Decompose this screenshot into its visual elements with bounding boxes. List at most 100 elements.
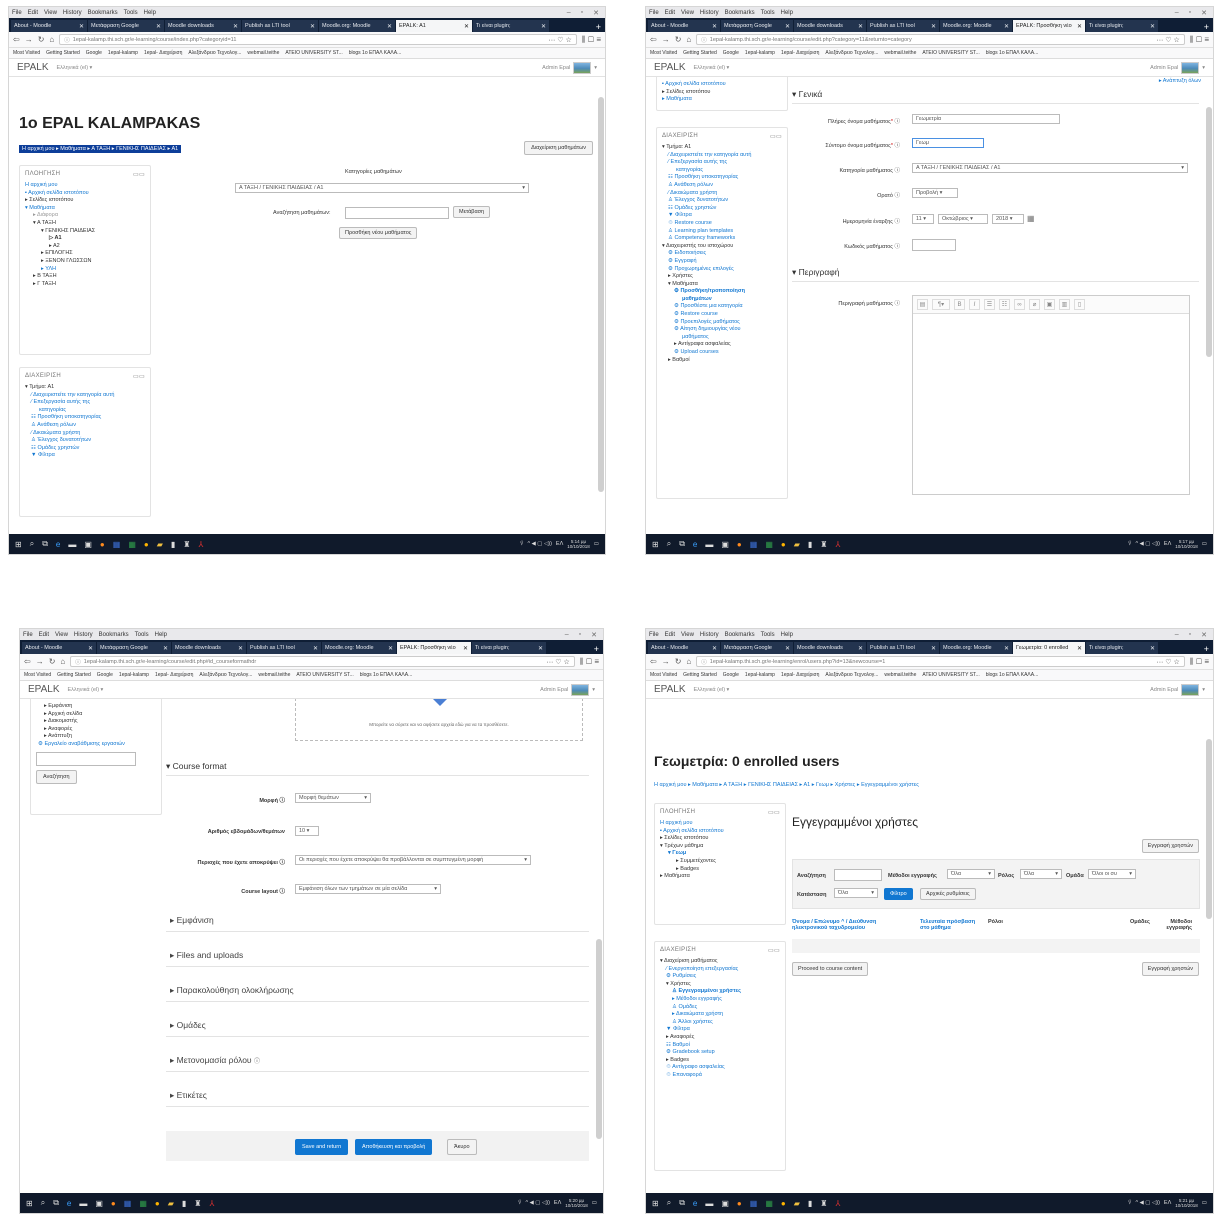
close-tab-icon[interactable]: ✕ [387, 23, 392, 30]
admin-item[interactable]: ▼ Φίλτρα [660, 1026, 780, 1034]
close-icon[interactable]: ✕ [591, 631, 597, 639]
address-field[interactable]: ⓘ 1epal-kalamp.thi.sch.gr/e-learning/cour… [696, 34, 1185, 45]
tab-about-moodle[interactable]: About - Moodle ✕ [648, 642, 720, 654]
close-tab-icon[interactable]: ✕ [156, 23, 161, 30]
task-view-icon[interactable]: ⧉ [679, 539, 685, 549]
tab-moodle-downloads[interactable]: Moodle downloads ✕ [794, 642, 866, 654]
firefox-icon[interactable]: ● [111, 1199, 116, 1208]
folder-icon[interactable]: ▰ [168, 1199, 174, 1208]
minimize-icon[interactable]: – [565, 631, 569, 639]
close-icon[interactable]: ✕ [593, 9, 599, 17]
library-icon[interactable]: ⫼ ▢ ≡ [580, 657, 599, 667]
section-course-format[interactable]: ▾ Course format [166, 761, 227, 772]
admin-item[interactable]: ▼ Φίλτρα [25, 452, 145, 460]
nav-item[interactable]: ▸ Σελίδες ιστοτόπου [25, 197, 145, 205]
tab-moodle-org[interactable]: Moodle.org: Moodle ✕ [940, 642, 1012, 654]
menu-file[interactable]: File [12, 10, 22, 16]
language-menu[interactable]: Ελληνικά (el) ▾ [694, 687, 730, 693]
admin-item[interactable]: ♙ Ανάθεση ρόλων [25, 422, 145, 430]
italic-icon[interactable]: I [969, 299, 980, 310]
admin-item[interactable]: ♲ Restore course [662, 220, 782, 228]
chrome-icon[interactable]: ● [781, 1199, 786, 1208]
close-tab-icon[interactable]: ✕ [464, 23, 469, 30]
menu-bookmarks[interactable]: Bookmarks [99, 632, 129, 638]
menu-history[interactable]: History [700, 632, 719, 638]
category-select[interactable]: Α ΤΑΞΗ / ΓΕΝΙΚΗΣ ΠΑΙΔΕΙΑΣ / Α1 ▾ [912, 163, 1188, 173]
menu-edit[interactable]: Edit [28, 10, 38, 16]
bookmark-blogs[interactable]: blogs 1o ΕΠΑΛ ΚΑΛΑ... [360, 672, 413, 678]
bookmark-getting-started[interactable]: Getting Started [683, 672, 717, 678]
enrol-users-button-bottom[interactable]: Εγγραφή χρηστών [1141, 962, 1199, 976]
admin-item[interactable]: ▸ Βαθμοί [662, 357, 782, 365]
tab-moodle-downloads[interactable]: Moodle downloads ✕ [794, 20, 866, 32]
app-icon[interactable]: ♜ [183, 540, 190, 549]
format-select[interactable]: Μορφή θεμάτων ▾ [295, 793, 371, 803]
close-tab-icon[interactable]: ✕ [88, 645, 93, 652]
section-general[interactable]: ▾ Γενικά [792, 89, 822, 100]
search-icon[interactable]: ⌕ [41, 1198, 45, 1208]
admin-item[interactable]: ⁄ Επεξεργασία αυτής της [662, 159, 782, 167]
nav-item[interactable]: ▸ ΞΕΝΟΝ ΓΛΩΣΣΩΝ [25, 258, 145, 266]
tray-icons[interactable]: ^ ◀ ▢ ◁)) [527, 541, 551, 547]
block-controls-icon[interactable]: ▭▭ [768, 809, 780, 816]
close-tab-icon[interactable]: ✕ [313, 645, 318, 652]
close-tab-icon[interactable]: ✕ [858, 645, 863, 652]
acrobat-icon[interactable]: ⅄ [198, 540, 203, 549]
forward-icon[interactable]: → [36, 657, 44, 666]
layout-select[interactable]: Εμφάνιση όλων των τμημάτων σε μία σελίδα… [295, 884, 441, 894]
nav-item[interactable]: ▪ Αρχική σελίδα ιστοτόπου [662, 81, 782, 89]
close-tab-icon[interactable]: ✕ [1150, 645, 1155, 652]
close-tab-icon[interactable]: ✕ [1004, 645, 1009, 652]
admin-item[interactable]: ☷ Βαθμοί [660, 1042, 780, 1050]
manage-courses-button[interactable]: Διαχείριση μαθημάτων [524, 141, 593, 155]
enrol-users-button[interactable]: Εγγραφή χρηστών [1141, 839, 1199, 853]
people-icon[interactable]: ⍢ [1128, 541, 1131, 548]
address-field[interactable]: ⓘ 1epal-kalamp.thi.sch.gr/e-learning/cour… [59, 34, 577, 45]
admin-search-input[interactable] [36, 751, 136, 766]
nav-item[interactable]: ▸ Σελίδες ιστοτόπου [660, 835, 780, 843]
proceed-button[interactable]: Proceed to course content [792, 962, 869, 976]
file-dropzone[interactable]: Μπορείτε να σύρετε και να αφήσετε αρχεία… [295, 699, 583, 741]
section-completion[interactable]: ▸ Παρακολούθηση ολοκλήρωσης [170, 985, 294, 996]
store-icon[interactable]: ▣ [84, 540, 92, 549]
acrobat-icon[interactable]: ⅄ [209, 1199, 214, 1208]
admin-item[interactable]: ♙ Competency frameworks [662, 235, 782, 243]
reload-icon[interactable]: ↻ [49, 657, 56, 666]
address-field[interactable]: ⓘ 1epal-kalamp.thi.sch.gr/e-learning/cour… [70, 656, 575, 667]
close-tab-icon[interactable]: ✕ [233, 23, 238, 30]
store-icon[interactable]: ▣ [721, 1199, 729, 1208]
close-tab-icon[interactable]: ✕ [1077, 645, 1082, 652]
filter-button[interactable]: Φίλτρο [884, 888, 913, 900]
maximize-icon[interactable]: ▫ [1189, 631, 1191, 639]
chrome-icon[interactable]: ● [144, 540, 149, 549]
tab-moodle-downloads[interactable]: Moodle downloads ✕ [172, 642, 246, 654]
forward-icon[interactable]: → [662, 657, 670, 666]
admin-item[interactable]: ▸ Χρήστες [662, 273, 782, 281]
close-tab-icon[interactable]: ✕ [785, 645, 790, 652]
word-icon[interactable]: ▦ [750, 1199, 758, 1208]
excel-icon[interactable]: ▦ [128, 540, 136, 549]
menu-file[interactable]: File [649, 10, 659, 16]
tab-moodle-org[interactable]: Moodle.org: Moodle ✕ [322, 642, 396, 654]
nav-item[interactable]: ▸ Διακομιστής [36, 718, 156, 726]
save-and-display-button[interactable]: Αποθήκευση και προβολή [355, 1139, 433, 1155]
tab-plugin[interactable]: Τι είναι plugin; ✕ [473, 20, 549, 32]
block-controls-icon[interactable]: ▭▭ [133, 373, 145, 380]
tab-google-translate[interactable]: Μετάφραση Google ✕ [88, 20, 164, 32]
admin-item[interactable]: ⚙ Προσθέστε μια κατηγορία [662, 303, 782, 311]
nav-item[interactable]: ▸ Διάφορα [25, 212, 145, 220]
admin-item[interactable]: ⚙ Ειδοποιήσεις [662, 250, 782, 258]
tab-moodle-org[interactable]: Moodle.org: Moodle ✕ [319, 20, 395, 32]
section-files-uploads[interactable]: ▸ Files and uploads [170, 950, 243, 961]
bookmark-alexandreio[interactable]: Αλεξάνδρειο Τεχνολογ... [825, 50, 878, 56]
windows-start-icon[interactable]: ⊞ [26, 1199, 33, 1208]
close-tab-icon[interactable]: ✕ [712, 645, 717, 652]
tray-icons[interactable]: ^ ◀ ▢ ◁)) [1135, 1200, 1159, 1206]
cancel-button[interactable]: Άκυρο [447, 1139, 477, 1155]
excel-icon[interactable]: ▦ [765, 1199, 773, 1208]
notifications-icon[interactable]: ▭ [594, 541, 599, 547]
forward-icon[interactable]: → [25, 35, 33, 44]
reload-icon[interactable]: ↻ [675, 35, 682, 44]
help-icon[interactable]: ⓘ [894, 143, 900, 149]
nav-item[interactable]: ▸ Μαθήματα [662, 96, 782, 104]
